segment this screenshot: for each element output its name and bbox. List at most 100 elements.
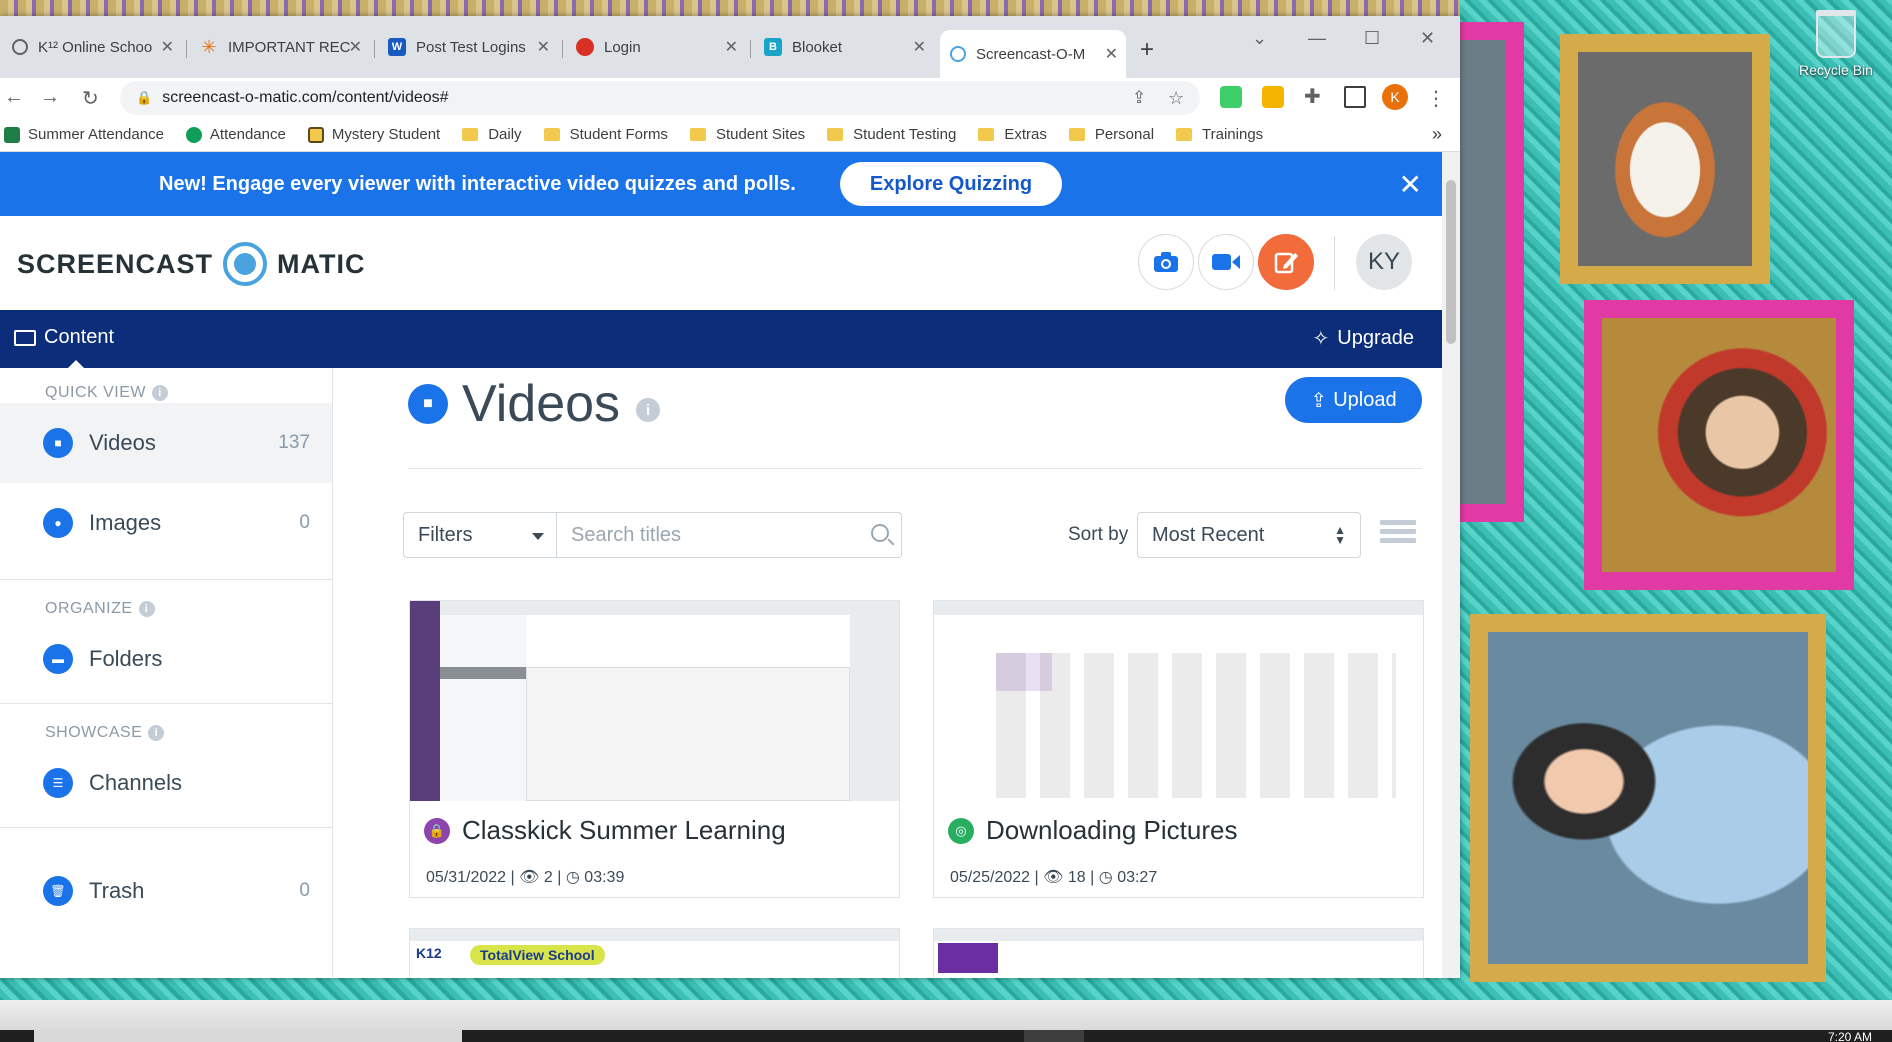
- bookmark-folder-student-testing[interactable]: Student Testing: [827, 126, 956, 143]
- bookmark-folder-trainings[interactable]: Trainings: [1176, 126, 1263, 143]
- scrollbar-thumb[interactable]: [1446, 180, 1456, 344]
- upgrade-button[interactable]: ✧ Upgrade: [1313, 326, 1414, 351]
- filters-dropdown[interactable]: Filters: [403, 512, 557, 558]
- user-avatar[interactable]: KY: [1356, 234, 1412, 290]
- taskbar-active-app[interactable]: [1024, 1030, 1084, 1042]
- sidebar-item-trash[interactable]: 🗑 Trash 0: [0, 851, 332, 931]
- info-icon[interactable]: i: [138, 601, 155, 617]
- chevron-down-icon: [532, 533, 544, 540]
- recycle-bin-label: Recycle Bin: [1799, 62, 1873, 78]
- folder-icon: [827, 128, 844, 141]
- tab-screencast-active[interactable]: Screencast-O-M ✕: [940, 30, 1126, 78]
- sort-select[interactable]: Most Recent ▲ ▼: [1137, 512, 1361, 558]
- editor-button[interactable]: [1258, 234, 1314, 290]
- new-tab-plus-icon[interactable]: +: [1140, 36, 1154, 64]
- red-circle-icon: [576, 38, 594, 56]
- bookmarks-overflow-icon[interactable]: »: [1432, 124, 1442, 145]
- video-card[interactable]: 🔒 Classkick Summer Learning 05/31/2022 |…: [409, 600, 900, 898]
- recycle-bin[interactable]: Recycle Bin: [1786, 10, 1886, 78]
- video-meta: 05/31/2022 | 👁 2 | ◷ 03:39: [426, 869, 625, 886]
- sidebar-item-folders[interactable]: ▬ Folders: [0, 619, 332, 699]
- tab-label: Screencast-O-M: [976, 45, 1086, 63]
- bookmark-attendance[interactable]: Attendance: [185, 126, 286, 143]
- folder-icon: [462, 128, 479, 141]
- folder-icon: [978, 128, 995, 141]
- profile-avatar[interactable]: K: [1382, 84, 1408, 110]
- video-card[interactable]: ◎ Downloading Pictures 05/25/2022 | 👁 18…: [933, 600, 1424, 898]
- bookmark-star-icon[interactable]: ☆: [1168, 88, 1184, 109]
- close-icon[interactable]: ✕: [161, 37, 174, 57]
- bookmark-folder-personal[interactable]: Personal: [1068, 126, 1154, 143]
- section-title: ORGANIZE: [45, 600, 133, 617]
- info-icon[interactable]: i: [636, 398, 661, 422]
- close-icon[interactable]: ✕: [537, 37, 550, 57]
- record-video-button[interactable]: [1198, 234, 1254, 290]
- globe-icon: [12, 39, 28, 55]
- taskbar-search-box[interactable]: [34, 1030, 462, 1042]
- video-card-partial[interactable]: [933, 928, 1424, 978]
- content-nav-item[interactable]: Content: [14, 326, 114, 349]
- bookmark-label: Attendance: [209, 126, 286, 143]
- video-title[interactable]: ◎ Downloading Pictures: [948, 815, 1237, 846]
- upload-button[interactable]: ⇪ Upload: [1285, 377, 1422, 423]
- screenshot-camera-button[interactable]: [1138, 234, 1194, 290]
- tab-blooket[interactable]: B Blooket ✕: [754, 30, 934, 64]
- sidebar-item-channels[interactable]: ☰ Channels: [0, 743, 332, 823]
- sidebar-item-count: 0: [299, 512, 310, 533]
- page-scrollbar[interactable]: [1442, 152, 1460, 978]
- share-icon[interactable]: ⇪: [1132, 88, 1146, 108]
- minimize-icon[interactable]: —: [1308, 28, 1326, 49]
- video-views: 18: [1067, 869, 1086, 886]
- taskbar-clock: 7:20 AM: [1827, 1030, 1872, 1042]
- video-thumbnail[interactable]: [410, 601, 899, 801]
- tab-post-test-logins[interactable]: W Post Test Logins ✕: [378, 30, 558, 64]
- logo-text-left: SCREENCAST: [17, 248, 214, 279]
- extension-yellow-icon[interactable]: [1262, 86, 1284, 108]
- maximize-icon[interactable]: ☐: [1364, 28, 1380, 49]
- content-label: Content: [44, 326, 115, 348]
- tab-login[interactable]: Login ✕: [566, 30, 746, 64]
- bookmark-folder-student-sites[interactable]: Student Sites: [689, 126, 805, 143]
- list-view-icon[interactable]: [1380, 520, 1416, 550]
- extensions-puzzle-icon[interactable]: ✚: [1304, 84, 1321, 109]
- bookmark-mystery-student[interactable]: Mystery Student: [307, 126, 440, 143]
- blooket-icon: B: [764, 38, 782, 56]
- tab-search-chevron-icon[interactable]: ⌄: [1252, 28, 1267, 49]
- bookmark-folder-student-forms[interactable]: Student Forms: [543, 126, 668, 143]
- bookmark-label: Trainings: [1202, 126, 1264, 143]
- bookmark-folder-daily[interactable]: Daily: [462, 126, 522, 143]
- section-quick-view: QUICK VIEW i: [45, 384, 169, 402]
- explore-quizzing-button[interactable]: Explore Quizzing: [839, 162, 1063, 206]
- lock-icon: 🔒: [136, 90, 153, 105]
- bookmark-folder-extras[interactable]: Extras: [978, 126, 1047, 143]
- reload-icon[interactable]: ↻: [82, 86, 99, 111]
- video-title-text: Downloading Pictures: [986, 815, 1238, 845]
- window-close-icon[interactable]: ✕: [1420, 28, 1435, 49]
- close-icon[interactable]: ✕: [349, 37, 362, 57]
- video-card-partial[interactable]: K12 TotalView School: [409, 928, 900, 978]
- search-input[interactable]: [571, 523, 851, 547]
- search-box: [557, 512, 902, 558]
- banner-close-icon[interactable]: ✕: [1399, 168, 1422, 201]
- tab-important[interactable]: ✳ IMPORTANT REC ✕: [190, 30, 370, 64]
- close-icon[interactable]: ✕: [1105, 44, 1118, 64]
- info-icon[interactable]: i: [148, 725, 165, 741]
- sidebar-item-images[interactable]: ● Images 0: [0, 483, 332, 563]
- back-arrow-icon[interactable]: ←: [4, 86, 24, 109]
- info-icon[interactable]: i: [152, 385, 169, 401]
- video-title[interactable]: 🔒 Classkick Summer Learning: [424, 815, 786, 846]
- address-bar[interactable]: 🔒 screencast-o-matic.com/content/videos#…: [120, 81, 1200, 115]
- close-icon[interactable]: ✕: [725, 37, 738, 57]
- close-icon[interactable]: ✕: [913, 37, 926, 57]
- bookmark-summer-attendance[interactable]: Summer Attendance: [4, 126, 164, 143]
- kebab-menu-icon[interactable]: ⋮: [1426, 86, 1446, 111]
- side-panel-icon[interactable]: [1344, 86, 1366, 108]
- extension-green-icon[interactable]: [1220, 86, 1242, 108]
- tab-k12[interactable]: K¹² Online Schoo ✕: [2, 30, 182, 64]
- video-thumbnail[interactable]: [934, 601, 1423, 801]
- forward-arrow-icon[interactable]: →: [40, 86, 60, 109]
- screencast-logo[interactable]: SCREENCAST MATIC: [17, 242, 366, 286]
- sidebar: QUICK VIEW i ■ Videos 137 ● Images 0 ORG…: [0, 368, 333, 978]
- search-icon[interactable]: [871, 524, 889, 542]
- sidebar-item-videos[interactable]: ■ Videos 137: [0, 403, 332, 483]
